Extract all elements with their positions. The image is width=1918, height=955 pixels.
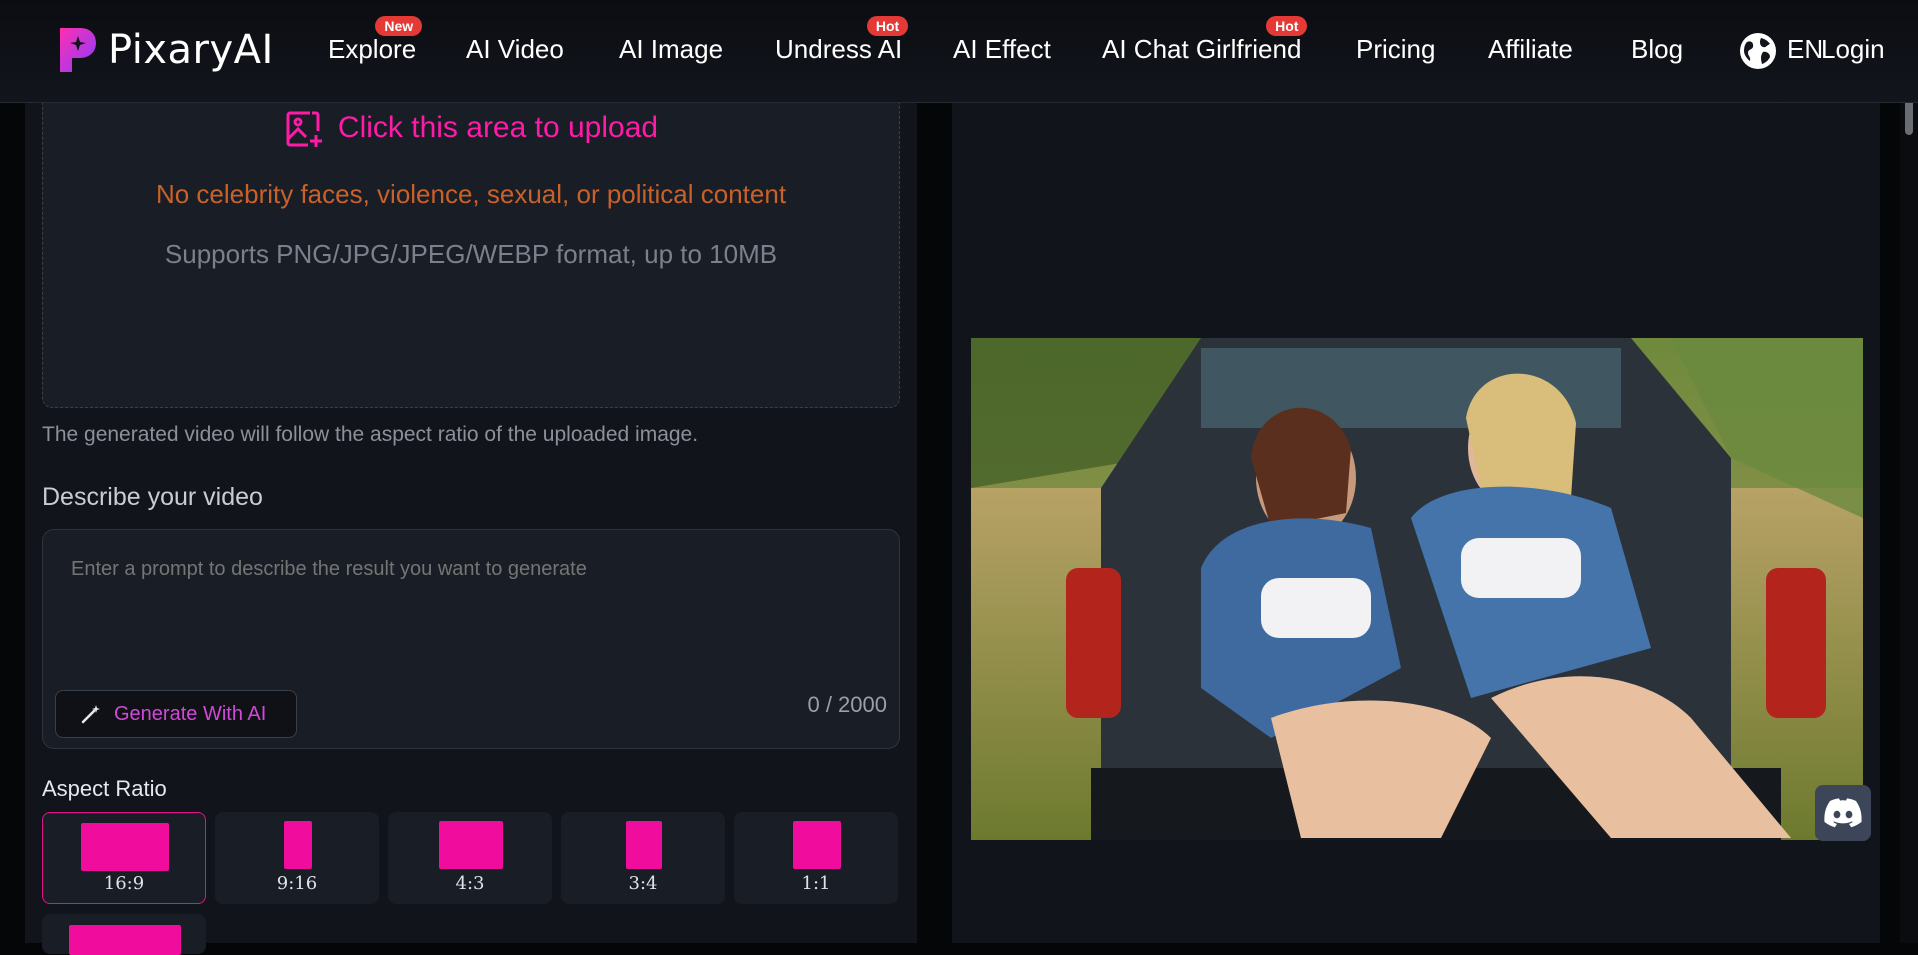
aspect-option-extra[interactable] xyxy=(42,914,206,955)
ratio-label: 9:16 xyxy=(276,873,318,894)
ratio-label: 3:4 xyxy=(628,873,658,894)
sample-preview-image xyxy=(971,338,1863,840)
ratio-preview-shape xyxy=(69,925,181,955)
nav-item-ai-chat-girlfriend[interactable]: AI Chat Girlfriend Hot xyxy=(1102,16,1308,65)
nav-item-explore[interactable]: Explore New xyxy=(328,16,423,65)
new-badge: New xyxy=(375,16,423,36)
ratio-preview-shape xyxy=(439,821,503,869)
hot-badge: Hot xyxy=(1266,16,1308,36)
ratio-label: 4:3 xyxy=(455,873,485,894)
aspect-option-3-4[interactable]: 3:4 xyxy=(561,812,725,904)
nav-item-pricing[interactable]: Pricing xyxy=(1356,34,1435,65)
upload-prompt[interactable]: Click this area to upload xyxy=(43,109,899,149)
aspect-option-4-3[interactable]: 4:3 xyxy=(388,812,552,904)
aspect-hint: The generated video will follow the aspe… xyxy=(42,423,699,446)
upload-area[interactable]: Click this area to upload No celebrity f… xyxy=(42,80,900,408)
content-warning: No celebrity faces, violence, sexual, or… xyxy=(155,179,787,209)
nav-item-undress-ai[interactable]: Undress AI Hot xyxy=(775,16,909,65)
nav-item-blog[interactable]: Blog xyxy=(1631,34,1683,65)
ratio-preview-shape xyxy=(284,821,312,869)
magic-wand-icon xyxy=(81,705,100,724)
scrollbar-track[interactable] xyxy=(1900,103,1918,943)
ratio-preview-shape xyxy=(81,823,169,871)
ratio-label: 16:9 xyxy=(103,873,145,894)
nav-item-ai-video[interactable]: AI Video xyxy=(466,34,564,65)
format-support-text: Supports PNG/JPG/JPEG/WEBP format, up to… xyxy=(164,239,778,269)
top-navbar: PixaryAI Explore New AI Video AI Image Un… xyxy=(0,0,1918,103)
character-counter: 0 / 2000 xyxy=(807,692,887,717)
nav-item-ai-effect[interactable]: AI Effect xyxy=(953,34,1051,65)
generate-with-ai-button[interactable]: Generate With AI xyxy=(55,690,297,738)
prompt-input[interactable] xyxy=(71,558,861,581)
nav-menu: Explore New AI Video AI Image Undress AI H… xyxy=(0,0,1918,103)
globe-icon[interactable] xyxy=(1739,32,1777,70)
hot-badge: Hot xyxy=(866,16,909,36)
prompt-section-title: Describe your video xyxy=(42,483,263,511)
aspect-option-16-9[interactable]: 16:9 xyxy=(42,812,206,904)
discord-button[interactable] xyxy=(1815,785,1871,841)
aspect-option-9-16[interactable]: 9:16 xyxy=(215,812,379,904)
ratio-preview-shape xyxy=(626,821,662,869)
nav-item-ai-image[interactable]: AI Image xyxy=(619,34,723,65)
nav-item-affiliate[interactable]: Affiliate xyxy=(1488,34,1573,65)
aspect-ratio-title: Aspect Ratio xyxy=(42,776,167,801)
ratio-label: 1:1 xyxy=(801,873,831,894)
discord-icon xyxy=(1824,798,1862,828)
login-link[interactable]: Login xyxy=(1821,34,1885,65)
ratio-preview-shape xyxy=(793,821,841,869)
language-selector[interactable]: EN xyxy=(1787,34,1823,65)
prompt-box: Generate With AI 0 / 2000 xyxy=(42,529,900,749)
image-upload-icon xyxy=(286,111,322,147)
aspect-option-1-1[interactable]: 1:1 xyxy=(734,812,898,904)
